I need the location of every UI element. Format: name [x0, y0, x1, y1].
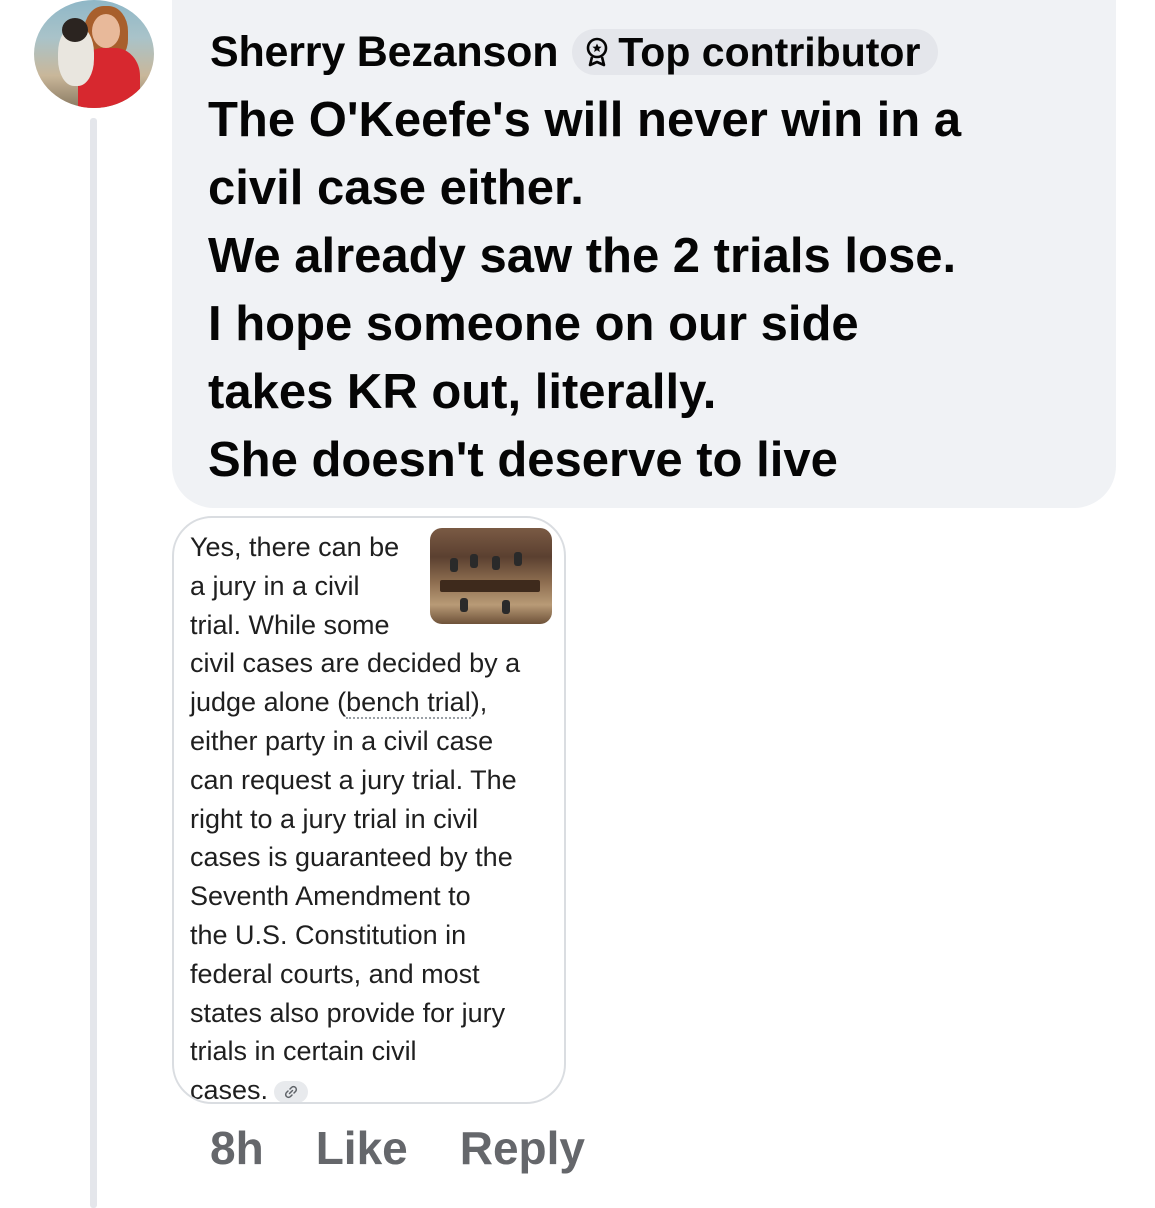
timestamp[interactable]: 8h: [210, 1121, 264, 1175]
comment-line: takes KR out, literally.: [208, 365, 717, 419]
attached-line: judge alone (bench trial),: [190, 683, 558, 722]
avatar[interactable]: [34, 0, 154, 108]
attached-line: cases is guaranteed by the: [190, 842, 513, 873]
author-name[interactable]: Sherry Bezanson: [210, 28, 558, 77]
avatar-face: [92, 14, 120, 48]
attached-line: states also provide for jury: [190, 997, 506, 1028]
attached-line: federal courts, and most: [190, 958, 480, 989]
comment-line: She doesn't deserve to live: [208, 433, 838, 487]
thread-line: [90, 118, 97, 1208]
avatar-dog-head: [62, 18, 88, 42]
attached-line: either party in a civil case: [190, 725, 494, 756]
attached-line-part: ),: [470, 687, 488, 718]
comment-text: The O'Keefe's will never win in a civil …: [208, 86, 1108, 494]
comment-header: Sherry Bezanson Top contributor: [210, 24, 939, 80]
top-contributor-badge[interactable]: Top contributor: [572, 28, 939, 75]
attached-line: Yes, there can be: [190, 532, 400, 562]
badge-label: Top contributor: [618, 28, 921, 75]
attached-line: a jury in a civil: [190, 570, 360, 601]
attached-line: trial. While some: [190, 609, 390, 640]
comment-line: I hope someone on our side: [208, 297, 859, 351]
attached-screenshot[interactable]: Yes, there can be a jury in a civil tria…: [172, 516, 566, 1104]
reply-button[interactable]: Reply: [460, 1121, 585, 1175]
attached-line-part: cases.: [190, 1075, 269, 1104]
comment-line: civil case either.: [208, 161, 584, 215]
bench-trial-link[interactable]: bench trial: [346, 687, 471, 720]
attached-line: cases.: [190, 1071, 558, 1104]
attached-text: Yes, there can be a jury in a civil tria…: [190, 528, 558, 1104]
attached-line: right to a jury trial in civil: [190, 803, 479, 834]
attached-line: can request a jury trial. The: [190, 764, 517, 795]
attached-line-part: judge alone (: [190, 687, 347, 718]
attached-line: Seventh Amendment to: [190, 881, 471, 912]
comment-actions: 8h Like Reply: [210, 1118, 637, 1178]
attached-line: the U.S. Constitution in: [190, 919, 467, 950]
attached-line: trials in certain civil: [190, 1036, 417, 1067]
award-icon: [586, 37, 608, 67]
attached-line: civil cases are decided by a: [190, 648, 521, 679]
comment-line: We already saw the 2 trials lose.: [208, 229, 957, 283]
like-button[interactable]: Like: [316, 1121, 408, 1175]
link-icon[interactable]: [274, 1081, 309, 1102]
comment-line: The O'Keefe's will never win in a: [208, 93, 962, 147]
